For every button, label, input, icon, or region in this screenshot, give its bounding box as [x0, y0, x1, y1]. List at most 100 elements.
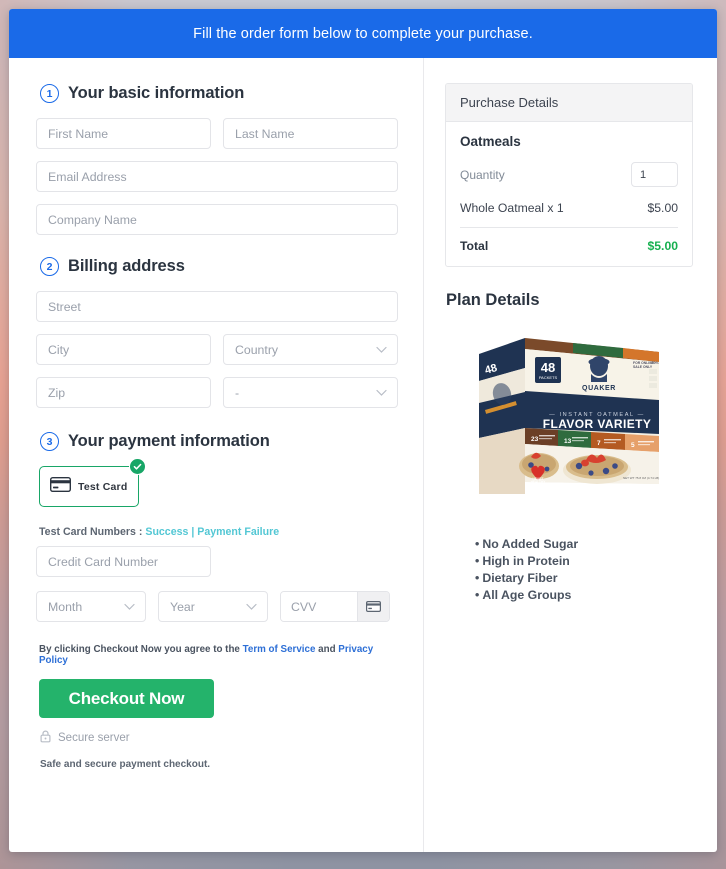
- secure-server-label: Secure server: [58, 732, 130, 744]
- city-input[interactable]: [36, 334, 211, 365]
- cvv-card-icon[interactable]: [357, 592, 389, 621]
- quantity-row: Quantity: [460, 162, 678, 187]
- state-select-wrapper[interactable]: -: [223, 377, 398, 408]
- quantity-label: Quantity: [460, 167, 505, 182]
- expiry-cvv-row: Month Year: [36, 591, 396, 622]
- feature-label: No Added Sugar: [482, 537, 579, 551]
- plan-details-title: Plan Details: [446, 291, 540, 309]
- section-title-payment-information: Your payment information: [68, 432, 270, 450]
- test-card-prefix: Test Card Numbers :: [39, 526, 143, 538]
- terms-prefix: By clicking Checkout Now you agree to th…: [39, 644, 240, 655]
- line-item-row: Whole Oatmeal x 1 $5.00: [460, 201, 678, 228]
- company-row: [36, 204, 398, 235]
- cvv-group: [280, 591, 390, 622]
- list-item: • High in Protein: [475, 553, 693, 570]
- plan-features-list: • No Added Sugar • High in Protein • Dietar…: [475, 536, 693, 604]
- product-image-wrapper: 48 48 PACKETS QUAKER FOR ONLINE SALE ONL…: [445, 324, 693, 509]
- street-row: [36, 291, 398, 322]
- list-item: • Dietary Fiber: [475, 570, 693, 587]
- quantity-input[interactable]: [631, 162, 678, 187]
- state-select[interactable]: -: [223, 377, 398, 408]
- svg-text:QUAKER: QUAKER: [582, 385, 616, 392]
- expiry-year-select[interactable]: Year: [158, 591, 268, 622]
- company-name-input[interactable]: [36, 204, 398, 235]
- step-number-3: 3: [40, 432, 59, 451]
- section-title-billing-address: Billing address: [68, 257, 185, 275]
- section-header-basic-information: 1 Your basic information: [40, 84, 396, 103]
- svg-text:5: 5: [631, 442, 635, 449]
- payment-method-test-card[interactable]: Test Card: [39, 466, 139, 507]
- name-row: [36, 118, 398, 149]
- zip-input[interactable]: [36, 377, 211, 408]
- product-image-oatmeal-box: 48 48 PACKETS QUAKER FOR ONLINE SALE ONL…: [478, 338, 659, 494]
- purchase-details-header: Purchase Details: [446, 84, 692, 122]
- test-card-success-link[interactable]: Success: [145, 526, 188, 538]
- svg-text:13: 13: [564, 438, 572, 445]
- svg-text:23: 23: [531, 436, 539, 443]
- step-number-1: 1: [40, 84, 59, 103]
- line-item-label: Whole Oatmeal x 1: [460, 201, 564, 215]
- credit-card-icon: [49, 476, 72, 497]
- country-select[interactable]: Country: [223, 334, 398, 365]
- email-input[interactable]: [36, 161, 398, 192]
- total-row: Total $5.00: [460, 228, 678, 253]
- svg-text:FLAVOR VARIETY: FLAVOR VARIETY: [542, 417, 651, 431]
- svg-text:7: 7: [597, 440, 601, 447]
- street-input[interactable]: [36, 291, 398, 322]
- banner-text: Fill the order form below to complete yo…: [193, 25, 533, 42]
- line-item-price: $5.00: [647, 201, 679, 215]
- step-number-2: 2: [40, 257, 59, 276]
- card-number-row: [36, 546, 396, 577]
- list-item: • No Added Sugar: [475, 536, 693, 553]
- product-name: Oatmeals: [460, 134, 521, 149]
- section-title-basic-information: Your basic information: [68, 84, 245, 102]
- list-item: • All Age Groups: [475, 587, 693, 604]
- feature-label: All Age Groups: [482, 588, 572, 602]
- total-price: $5.00: [647, 239, 679, 253]
- test-card-separator: |: [191, 526, 195, 538]
- first-name-input[interactable]: [36, 118, 211, 149]
- bullet-icon: •: [475, 537, 480, 551]
- test-card-numbers-line: Test Card Numbers : Success | Payment Fa…: [39, 526, 396, 538]
- checkout-now-button[interactable]: Checkout Now: [39, 679, 214, 718]
- credit-card-number-input[interactable]: [36, 546, 211, 577]
- svg-text:48: 48: [540, 360, 554, 375]
- test-card-failure-link[interactable]: Payment Failure: [197, 526, 279, 538]
- bullet-icon: •: [475, 571, 480, 585]
- svg-text:100%: 100%: [650, 361, 659, 365]
- checkout-card: Fill the order form below to complete yo…: [9, 9, 717, 852]
- year-select-wrapper[interactable]: Year: [158, 591, 268, 622]
- svg-text:HEALTHY: HEALTHY: [530, 480, 546, 484]
- lock-icon: [40, 730, 51, 746]
- section-header-payment-information: 3 Your payment information: [40, 432, 396, 451]
- terms-of-service-link[interactable]: Term of Service: [243, 644, 316, 655]
- svg-text:SALE ONLY: SALE ONLY: [633, 365, 653, 369]
- total-label: Total: [460, 239, 489, 253]
- feature-label: Dietary Fiber: [482, 571, 558, 585]
- safe-checkout-note: Safe and secure payment checkout.: [40, 759, 211, 770]
- terms-and: and: [318, 644, 336, 655]
- expiry-month-select[interactable]: Month: [36, 591, 146, 622]
- svg-text:NET WT 75.8 OZ (4.74 LB): NET WT 75.8 OZ (4.74 LB): [623, 476, 659, 480]
- cvv-input[interactable]: [281, 592, 357, 621]
- purchase-details-body: Oatmeals Quantity Whole Oatmeal x 1 $5.0…: [446, 122, 692, 266]
- email-row: [36, 161, 398, 192]
- last-name-input[interactable]: [223, 118, 398, 149]
- section-header-billing-address: 2 Billing address: [40, 257, 396, 276]
- order-form: 1 Your basic information 2 Billing addre…: [9, 58, 424, 852]
- month-select-wrapper[interactable]: Month: [36, 591, 146, 622]
- page-banner: Fill the order form below to complete yo…: [9, 9, 717, 58]
- payment-method-label: Test Card: [78, 480, 128, 493]
- svg-text:PACKETS: PACKETS: [538, 375, 557, 380]
- zip-state-row: -: [36, 377, 398, 408]
- feature-label: High in Protein: [482, 554, 570, 568]
- country-select-wrapper[interactable]: Country: [223, 334, 398, 365]
- terms-text: By clicking Checkout Now you agree to th…: [39, 644, 396, 666]
- bullet-icon: •: [475, 588, 480, 602]
- payment-method-group: Test Card: [39, 458, 146, 507]
- order-summary: Purchase Details Oatmeals Quantity Whole…: [424, 58, 717, 852]
- card-body: 1 Your basic information 2 Billing addre…: [9, 58, 717, 852]
- purchase-details-box: Purchase Details Oatmeals Quantity Whole…: [445, 83, 693, 267]
- city-country-row: Country: [36, 334, 398, 365]
- secure-server-note: Secure server: [40, 730, 396, 746]
